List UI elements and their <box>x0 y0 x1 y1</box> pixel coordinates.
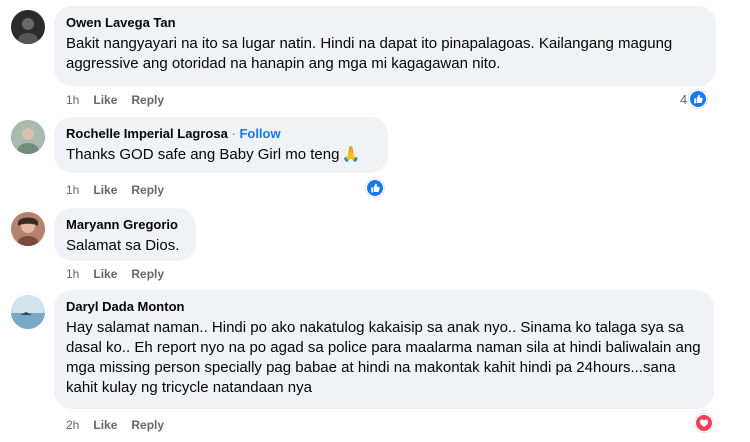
separator-dot: · <box>231 126 236 141</box>
like-button[interactable]: Like <box>93 417 117 433</box>
heart-reaction-icon <box>695 414 713 432</box>
like-button[interactable]: Like <box>93 182 117 198</box>
comment-bubble: Daryl Dada Monton Hay salamat naman.. Hi… <box>54 290 714 409</box>
comment-time[interactable]: 1h <box>66 92 79 108</box>
comment-text: Thanks GOD safe ang Baby Girl mo teng 🙏 <box>66 145 376 165</box>
avatar[interactable] <box>11 212 45 246</box>
comment: Maryann Gregorio Salamat sa Dios. 1h Like… <box>0 200 750 286</box>
comment-bubble: Owen Lavega Tan Bakit nangyayari na ito … <box>54 6 716 86</box>
comment-text: Salamat sa Dios. <box>66 237 180 254</box>
reaction-summary[interactable]: 4 <box>680 90 708 108</box>
avatar[interactable] <box>11 10 45 44</box>
avatar[interactable] <box>11 295 45 329</box>
like-button[interactable]: Like <box>93 266 117 282</box>
comment-bubble: Rochelle Imperial Lagrosa · Follow Thank… <box>54 117 388 173</box>
like-reaction-icon <box>366 179 384 197</box>
comment: Daryl Dada Monton Hay salamat naman.. Hi… <box>0 286 750 442</box>
comment: Rochelle Imperial Lagrosa · Follow Thank… <box>0 110 750 200</box>
comment-actions: 2h Like Reply <box>66 417 178 433</box>
follow-button[interactable]: Follow <box>239 126 280 141</box>
comment-text-body: Thanks GOD safe ang Baby Girl mo teng <box>66 146 340 163</box>
comment-actions: 1h Like Reply <box>66 266 178 282</box>
comment-time[interactable]: 2h <box>66 417 79 433</box>
avatar[interactable] <box>11 120 45 154</box>
reaction-summary[interactable] <box>695 414 713 432</box>
reply-button[interactable]: Reply <box>131 417 164 433</box>
reply-button[interactable]: Reply <box>131 182 164 198</box>
comment-author[interactable]: Owen Lavega Tan <box>66 14 704 31</box>
comment-time[interactable]: 1h <box>66 266 79 282</box>
comment-actions: 1h Like Reply <box>66 92 178 108</box>
comment: Owen Lavega Tan Bakit nangyayari na ito … <box>0 0 750 110</box>
author-line: Rochelle Imperial Lagrosa · Follow <box>66 125 376 142</box>
folded-hands-emoji: 🙏 <box>341 146 361 163</box>
reply-button[interactable]: Reply <box>131 266 164 282</box>
comment-time[interactable]: 1h <box>66 182 79 198</box>
comment-text: Bakit nangyayari na ito sa lugar natin. … <box>66 35 673 72</box>
reaction-count: 4 <box>680 91 688 107</box>
reply-button[interactable]: Reply <box>131 92 164 108</box>
comment-bubble: Maryann Gregorio Salamat sa Dios. <box>54 208 196 261</box>
comment-text: Hay salamat naman.. Hindi po ako nakatul… <box>66 319 701 396</box>
comment-author[interactable]: Maryann Gregorio <box>66 216 184 233</box>
like-button[interactable]: Like <box>93 92 117 108</box>
like-reaction-icon <box>689 90 708 108</box>
reaction-summary[interactable] <box>366 179 384 197</box>
comment-author[interactable]: Rochelle Imperial Lagrosa <box>66 126 228 141</box>
comment-author[interactable]: Daryl Dada Monton <box>66 298 702 315</box>
comment-actions: 1h Like Reply <box>66 182 178 198</box>
